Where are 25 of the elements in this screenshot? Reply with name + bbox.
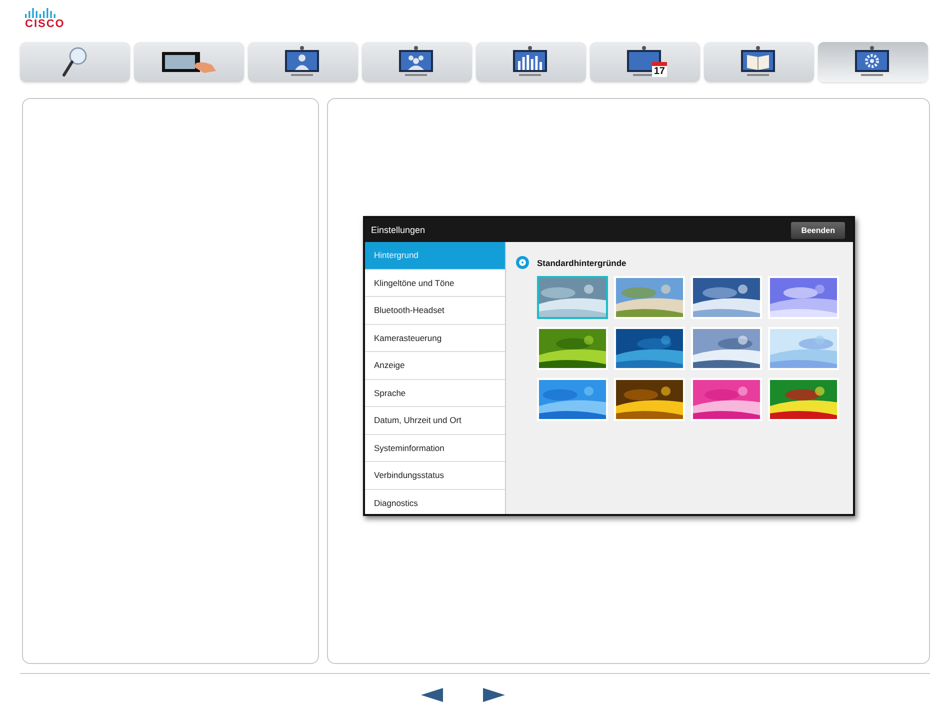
close-button[interactable]: Beenden [791, 222, 845, 238]
tablet-touch-icon [160, 49, 218, 75]
nav-tab[interactable]: 17 [590, 42, 700, 82]
search-icon [62, 46, 88, 78]
radio-button[interactable] [516, 256, 529, 269]
nav-tab[interactable] [476, 42, 586, 82]
nav-tab[interactable] [248, 42, 358, 82]
menu-item[interactable]: Sprache [365, 380, 505, 407]
calendar-date: 17 [652, 62, 667, 77]
nav-tab[interactable] [134, 42, 244, 82]
previous-button[interactable] [421, 688, 443, 702]
nav-tab[interactable] [704, 42, 814, 82]
menu-item[interactable]: Systeminformation [365, 434, 505, 462]
logo-bars-icon [25, 8, 57, 18]
menu-item[interactable]: Klingeltöne und Töne [365, 270, 505, 297]
option-label: Standardhintergründe [537, 258, 626, 268]
wallpaper-thumbnail[interactable] [537, 276, 608, 319]
menu-item[interactable]: Kamerasteuerung [365, 324, 505, 352]
left-arrow-icon [421, 688, 443, 702]
nav-tab[interactable] [818, 42, 928, 82]
right-arrow-icon [483, 688, 505, 702]
next-button[interactable] [483, 688, 505, 702]
window-title: Einstellungen [371, 225, 426, 235]
nav-tab[interactable] [362, 42, 472, 82]
logo-text: CISCO [25, 18, 65, 30]
